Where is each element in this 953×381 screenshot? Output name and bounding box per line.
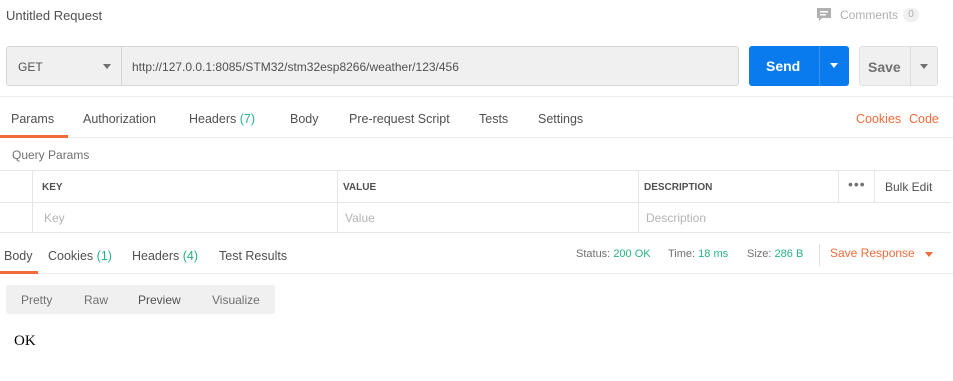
active-response-tab-indicator [0, 271, 38, 274]
status-label: Status: [576, 248, 611, 260]
view-tab-preview[interactable]: Preview [138, 293, 181, 307]
size-label: Size: [747, 248, 772, 260]
tab-headers-label: Headers [189, 112, 237, 126]
more-options-icon[interactable]: ••• [848, 176, 866, 192]
method-value: GET [18, 60, 43, 74]
save-response-button[interactable]: Save Response [830, 246, 915, 260]
comment-icon [817, 8, 831, 21]
send-options-chevron-icon[interactable] [830, 63, 838, 68]
send-divider [819, 46, 820, 86]
response-tab-cookies[interactable]: Cookies (1) [48, 249, 112, 263]
key-input[interactable]: Key [44, 211, 65, 225]
response-tab-test-results[interactable]: Test Results [219, 249, 287, 263]
column-header-key: KEY [42, 182, 63, 193]
response-tab-headers[interactable]: Headers (4) [132, 249, 198, 263]
response-tab-headers-label: Headers [132, 249, 180, 263]
response-tab-body[interactable]: Body [4, 249, 33, 263]
request-tabs: Params Authorization Headers (7) Body Pr… [0, 96, 953, 138]
column-header-description: DESCRIPTION [644, 182, 713, 193]
response-tab-headers-count: (4) [182, 249, 199, 263]
active-tab-indicator [0, 135, 68, 138]
status-info[interactable]: Status: 200 OK [576, 248, 651, 260]
column-header-value: VALUE [343, 182, 377, 193]
tab-prerequest-script[interactable]: Pre-request Script [349, 112, 450, 126]
size-info[interactable]: Size: 286 B [747, 248, 803, 260]
save-label: Save [868, 59, 901, 75]
comments-count-badge: 0 [903, 7, 920, 22]
response-tab-cookies-label: Cookies [48, 249, 94, 263]
tab-settings[interactable]: Settings [538, 112, 583, 126]
tab-tests[interactable]: Tests [479, 112, 508, 126]
tab-headers-count: (7) [239, 112, 256, 126]
response-body-preview: OK [14, 333, 36, 349]
chevron-down-icon [103, 64, 111, 69]
time-label: Time: [668, 248, 696, 260]
query-params-title: Query Params [12, 148, 90, 162]
time-value: 18 ms [698, 248, 729, 260]
table-column-divider [638, 171, 639, 233]
description-input[interactable]: Description [646, 211, 706, 225]
cookies-link[interactable]: Cookies [856, 112, 901, 126]
status-value: 200 OK [613, 248, 651, 260]
table-column-divider [874, 171, 875, 202]
view-tab-pretty[interactable]: Pretty [21, 293, 52, 307]
value-input[interactable]: Value [345, 211, 375, 225]
table-divider [0, 202, 951, 203]
status-divider [819, 244, 820, 266]
save-options-chevron-icon[interactable] [920, 64, 928, 69]
tab-body[interactable]: Body [290, 112, 319, 126]
view-tab-visualize[interactable]: Visualize [212, 293, 260, 307]
table-column-divider [32, 171, 33, 233]
tab-headers[interactable]: Headers (7) [189, 112, 255, 126]
send-label: Send [766, 58, 801, 74]
comments-label: Comments [840, 7, 899, 22]
code-link[interactable]: Code [909, 112, 939, 126]
table-column-divider [337, 171, 338, 233]
tab-params[interactable]: Params [11, 112, 54, 126]
save-divider [910, 47, 911, 85]
send-button[interactable]: Send [749, 46, 849, 86]
comments-button[interactable]: Comments 0 [816, 7, 920, 22]
query-params-table: KEY VALUE DESCRIPTION ••• Bulk Edit Key … [0, 170, 951, 233]
title-bar: Untitled Request Comments 0 [0, 0, 953, 32]
time-info[interactable]: Time: 18 ms [668, 248, 728, 260]
method-select[interactable]: GET [6, 46, 122, 86]
view-mode-tabs: Pretty Raw Preview Visualize [6, 285, 275, 314]
bulk-edit-link[interactable]: Bulk Edit [885, 180, 932, 194]
url-input[interactable]: http://127.0.0.1:8085/STM32/stm32esp8266… [122, 46, 739, 86]
request-title[interactable]: Untitled Request [6, 8, 102, 23]
save-response-chevron-icon[interactable] [925, 252, 933, 257]
save-button[interactable]: Save [859, 46, 938, 86]
tab-authorization[interactable]: Authorization [83, 112, 156, 126]
size-value: 286 B [774, 248, 804, 260]
response-tabs: Body Cookies (1) Headers (4) Test Result… [0, 236, 953, 274]
table-column-divider [838, 171, 839, 202]
view-tab-raw[interactable]: Raw [84, 293, 108, 307]
response-tab-cookies-count: (1) [96, 249, 112, 263]
